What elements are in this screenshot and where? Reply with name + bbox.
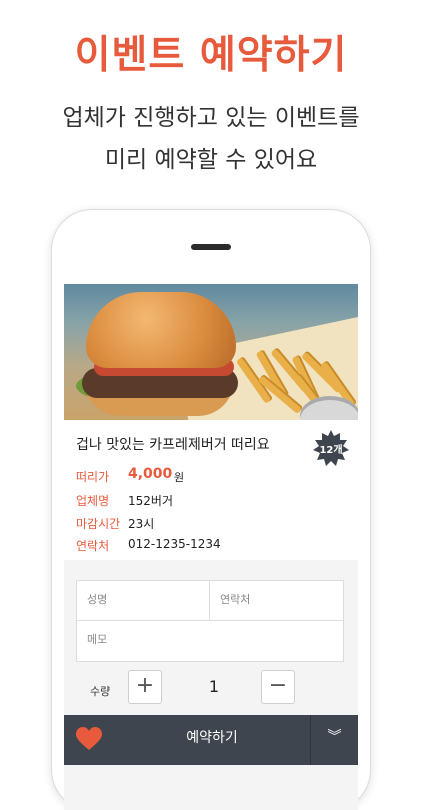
reservation-form: 성명 연락처 메모 수량 + 1 − 예약하기 ︾ — [64, 560, 358, 810]
double-chevron-down-icon[interactable]: ︾ — [311, 715, 358, 765]
price-value: 4,000 — [128, 466, 173, 482]
heart-icon-shape — [76, 727, 102, 750]
bottom-action-bar: 예약하기 ︾ — [64, 715, 358, 765]
contact-value[interactable]: 012-1235-1234 — [128, 537, 221, 551]
phone-mockup: 겁나 맛있는 카프레제버거 떠리요 12개 떠리가 4,000 원 업체명 15… — [52, 210, 370, 810]
phone-screen: 겁나 맛있는 카프레제버거 떠리요 12개 떠리가 4,000 원 업체명 15… — [64, 284, 358, 810]
name-field[interactable]: 성명 — [76, 580, 210, 621]
event-photo — [64, 284, 358, 420]
deadline-value: 23시 — [128, 517, 155, 531]
memo-field[interactable]: 메모 — [76, 620, 344, 662]
deadline-label: 마감시간 — [76, 517, 121, 531]
page-subtitle-line-1: 업체가 진행하고 있는 이벤트를 — [62, 105, 360, 131]
reserve-button[interactable]: 예약하기 — [104, 715, 320, 765]
photo-bun-top — [86, 292, 236, 368]
quantity-badge: 12개 — [313, 430, 349, 466]
quantity-label: 수량 — [90, 685, 111, 698]
contact-field[interactable]: 연락처 — [209, 580, 344, 621]
page-headline: 이벤트 예약하기 — [74, 33, 348, 78]
phone-speaker — [191, 244, 231, 250]
heart-icon[interactable] — [76, 727, 102, 751]
quantity-value: 1 — [208, 677, 220, 696]
price-unit: 원 — [174, 471, 185, 484]
page-subtitle-line-2: 미리 예약할 수 있어요 — [104, 147, 318, 173]
price-label: 떠리가 — [76, 470, 110, 484]
event-title: 겁나 맛있는 카프레제버거 떠리요 — [76, 437, 270, 453]
quantity-decrease-button[interactable]: − — [261, 670, 295, 704]
contact-label: 연락처 — [76, 539, 110, 553]
badge-count: 12개 — [319, 445, 343, 456]
company-label: 업체명 — [76, 494, 110, 508]
quantity-increase-button[interactable]: + — [128, 670, 162, 704]
company-value: 152버거 — [128, 494, 173, 508]
